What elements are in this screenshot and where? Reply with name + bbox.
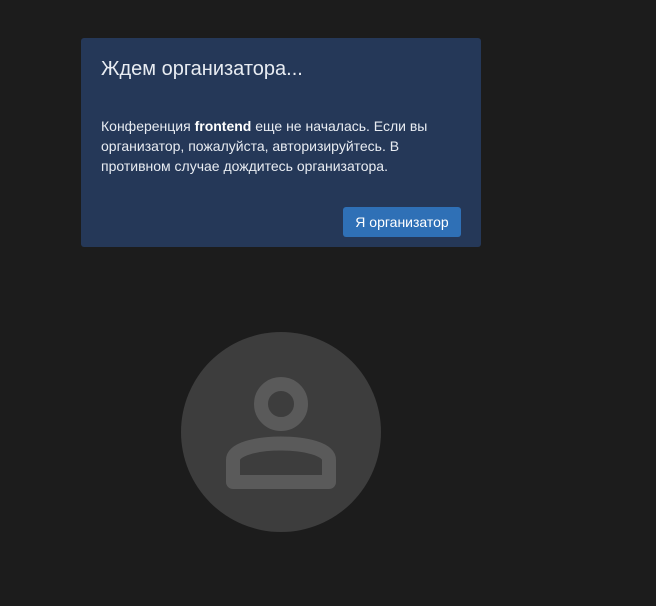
dialog-message: Конференция frontend еще не началась. Ес…: [101, 116, 451, 176]
dialog-title: Ждем организатора...: [101, 58, 303, 80]
avatar: [181, 332, 381, 532]
room-name: frontend: [194, 118, 252, 134]
dialog-message-prefix: Конференция: [101, 118, 195, 134]
waiting-for-host-dialog: Ждем организатора... Конференция fronten…: [81, 38, 481, 247]
i-am-host-button[interactable]: Я организатор: [343, 207, 461, 237]
meeting-stage: Ждем организатора... Конференция fronten…: [0, 0, 656, 606]
user-silhouette-icon: [226, 377, 336, 489]
